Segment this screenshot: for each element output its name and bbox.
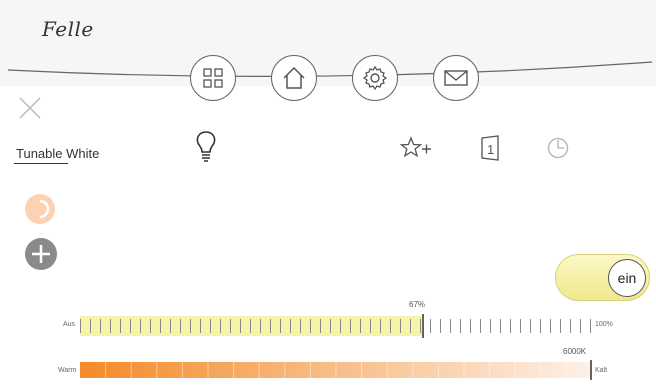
close-icon[interactable] (18, 96, 42, 120)
nav-messages-button[interactable] (433, 55, 479, 101)
colortemp-value-label: 6000K (563, 347, 587, 356)
nav-curve-line (7, 61, 653, 77)
grid-icon (203, 68, 223, 88)
arc-icon (39, 199, 50, 219)
device-title: Tunable White (16, 146, 100, 161)
colortemp-max-label: Kalt (595, 367, 608, 374)
power-toggle[interactable]: ein (555, 254, 650, 301)
brightness-value-label: 67% (409, 300, 426, 309)
colortemp-min-label: Warm (58, 367, 77, 374)
nav-home-button[interactable] (271, 55, 317, 101)
brightness-max-label: 100% (595, 321, 613, 328)
title-underline (14, 163, 68, 164)
brightness-slider[interactable] (80, 314, 592, 340)
toggle-knob: ein (608, 259, 646, 297)
star-plus-icon[interactable] (400, 136, 434, 160)
clock-icon[interactable] (546, 136, 570, 160)
colortemp-slider[interactable] (80, 360, 592, 380)
nav-settings-button[interactable] (352, 55, 398, 101)
room-number-icon[interactable]: 1 (478, 134, 502, 162)
mail-icon (444, 70, 468, 86)
plus-icon (32, 245, 50, 263)
room-number: 1 (487, 142, 494, 157)
add-button[interactable] (25, 238, 57, 270)
scene-dimmer-button[interactable] (25, 194, 55, 224)
toggle-label: ein (617, 270, 637, 286)
gear-icon (362, 65, 388, 91)
brightness-min-label: Aus (63, 321, 76, 328)
lightbulb-icon[interactable] (194, 130, 218, 166)
home-icon (283, 66, 305, 89)
nav-grid-button[interactable] (190, 55, 236, 101)
brightness-fill (80, 316, 424, 336)
